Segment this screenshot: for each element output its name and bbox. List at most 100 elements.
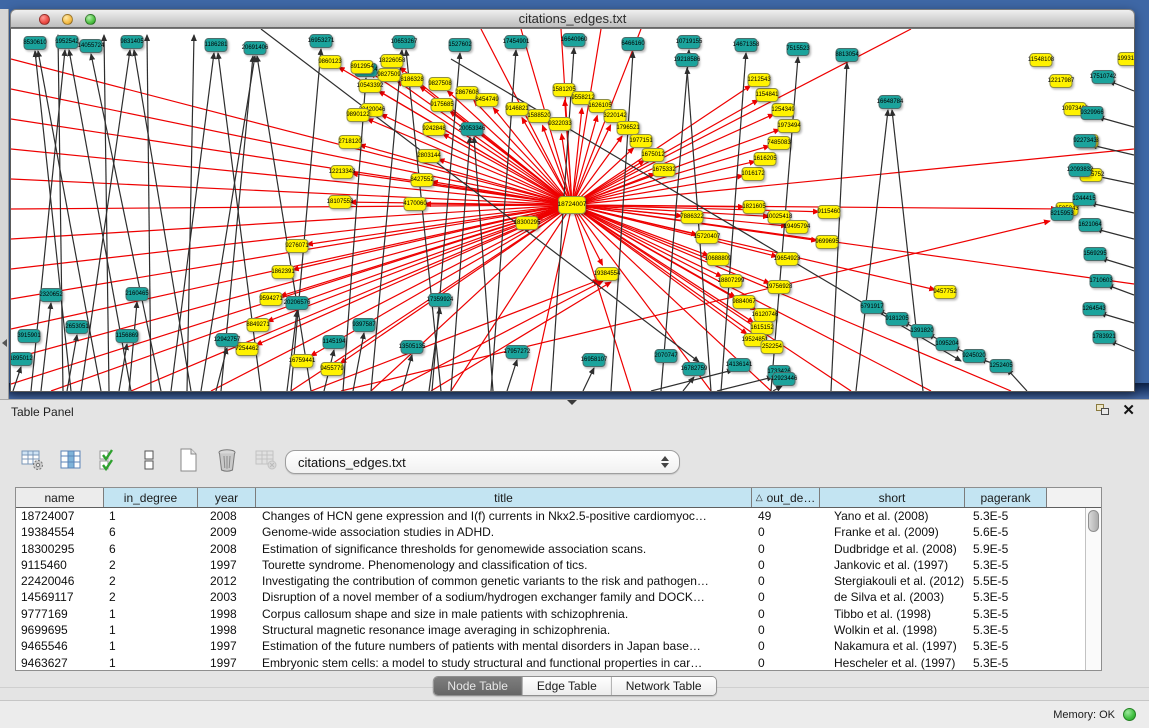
cell-in_degree[interactable]: 1 [104,655,198,670]
cell-year[interactable]: 2003 [198,589,256,605]
cell-out_de[interactable]: 0 [752,589,820,605]
graph-node[interactable]: 1977151 [630,134,653,148]
table-row[interactable]: 1456911722003Disruption of a novel membe… [16,589,1085,605]
cell-pagerank[interactable]: 5.9E-5 [965,541,1047,557]
graph-node[interactable]: 10688809 [707,252,730,266]
graph-node[interactable]: 9146821 [506,102,529,116]
cell-out_de[interactable]: 0 [752,655,820,670]
cell-in_degree[interactable]: 1 [104,638,198,654]
graph-node[interactable]: 1973494 [778,119,801,133]
cell-out_de[interactable]: 0 [752,541,820,557]
cell-year[interactable]: 2008 [198,508,256,524]
graph-node[interactable]: 20053346 [461,122,484,136]
table-row[interactable]: 1872400712008Changes of HCN gene express… [16,508,1085,524]
table-row[interactable]: 911546021997Tourette syndrome. Phenomeno… [16,557,1085,573]
column-header-out_de[interactable]: △out_de… [752,488,820,507]
cell-short[interactable]: Stergiakouli et al. (2012) [820,573,965,589]
graph-node[interactable]: 8427552 [411,173,434,187]
graph-node[interactable]: 1675012 [642,148,665,162]
network-window[interactable]: citations_edges.txt 18724007183002951938… [10,9,1135,392]
cell-name[interactable]: 9465546 [16,638,104,654]
graph-node[interactable]: 9276071 [286,239,309,253]
graph-node[interactable]: 2803144 [418,149,441,163]
graph-node[interactable]: 16120746 [754,308,777,322]
graph-node[interactable]: 19654923 [776,252,799,266]
graph-node[interactable]: 9890122 [347,108,370,122]
graph-node[interactable]: 2718120 [339,135,362,149]
graph-node[interactable]: 16648784 [879,95,902,109]
cell-pagerank[interactable]: 5.5E-5 [965,573,1047,589]
cell-out_de[interactable]: 0 [752,622,820,638]
graph-node[interactable]: 6791917 [861,300,884,314]
graph-node[interactable]: 8912954 [351,60,374,74]
collapse-panel-arrow-icon[interactable] [2,339,7,347]
graph-node[interactable]: 1569295 [1084,247,1107,261]
close-panel-icon[interactable]: ✕ [1122,401,1135,419]
column-header-short[interactable]: short [820,488,965,507]
graph-node[interactable]: 7886322 [681,210,704,224]
graph-node[interactable]: 19218586 [676,53,699,67]
cell-title[interactable]: Embryonic stem cells: a model to study s… [256,655,752,670]
graph-node[interactable]: 9227343 [1074,134,1097,148]
graph-node[interactable]: 17454901 [505,35,528,49]
cell-title[interactable]: Structural magnetic resonance image aver… [256,622,752,638]
column-chooser-icon[interactable] [57,446,85,474]
tab-edge-table[interactable]: Edge Table [523,677,612,695]
graph-node[interactable]: 1252405 [990,359,1013,373]
graph-node[interactable]: 1186281 [205,38,228,52]
graph-node[interactable]: 1675332 [653,163,676,177]
cell-year[interactable]: 1998 [198,606,256,622]
graph-node[interactable]: 1264543 [1083,302,1106,316]
graph-node[interactable]: 9457752 [934,285,957,299]
cell-short[interactable]: Franke et al. (2009) [820,524,965,540]
cell-in_degree[interactable]: 1 [104,622,198,638]
network-canvas[interactable]: 1872400718300295193845548530610195254214… [10,28,1135,392]
graph-node[interactable]: 4170060 [404,197,427,211]
graph-node[interactable]: 12093832 [1069,163,1092,177]
cell-year[interactable]: 2012 [198,573,256,589]
table-row[interactable]: 946362711997Embryonic stem cells: a mode… [16,655,1085,670]
graph-node[interactable]: 1821605 [743,200,766,214]
cell-in_degree[interactable]: 1 [104,508,198,524]
cell-name[interactable]: 19384554 [16,524,104,540]
cell-in_degree[interactable]: 2 [104,573,198,589]
cell-short[interactable]: Wolkin et al. (1998) [820,622,965,638]
cell-year[interactable]: 2008 [198,541,256,557]
cell-in_degree[interactable]: 2 [104,589,198,605]
column-header-title[interactable]: title [256,488,752,507]
graph-node[interactable]: 1244415 [1073,192,1096,206]
graph-node[interactable]: 1154841 [756,88,779,102]
graph-node[interactable]: 9884067 [733,295,756,309]
cell-name[interactable]: 14569117 [16,589,104,605]
graph-node[interactable]: 2653051 [66,320,89,334]
cell-name[interactable]: 9115460 [16,557,104,573]
graph-node[interactable]: 1952542 [56,35,79,49]
graph-node[interactable]: 17359924 [429,293,452,307]
cell-year[interactable]: 1997 [198,557,256,573]
graph-node[interactable]: 16640960 [563,33,586,47]
cell-title[interactable]: Changes of HCN gene expression and I(f) … [256,508,752,524]
graph-node[interactable]: 20691406 [244,41,267,55]
graph-node[interactable]: 10719155 [678,35,701,49]
table-row[interactable]: 969969511998Structural magnetic resonanc… [16,622,1085,638]
row-height-icon[interactable] [135,446,163,474]
graph-node[interactable]: 9827509 [378,68,401,82]
graph-node[interactable]: 1862391 [272,265,295,279]
graph-node[interactable]: 1616205 [754,152,777,166]
graph-node[interactable]: 18300295 [516,216,539,230]
cell-title[interactable]: Genome-wide association studies in ADHD. [256,524,752,540]
tab-network-table[interactable]: Network Table [612,677,716,695]
cell-title[interactable]: Tourette syndrome. Phenomenology and cla… [256,557,752,573]
graph-node[interactable]: 2070747 [655,349,678,363]
graph-node[interactable]: 1391820 [911,324,934,338]
graph-node[interactable]: 1993154 [1118,52,1136,66]
cell-in_degree[interactable]: 1 [104,606,198,622]
graph-node[interactable]: 19756928 [768,280,791,294]
cell-pagerank[interactable]: 5.3E-5 [965,589,1047,605]
cell-pagerank[interactable]: 5.3E-5 [965,557,1047,573]
close-window-button[interactable] [39,14,50,25]
table-settings-icon[interactable] [18,446,46,474]
graph-node[interactable]: 16958107 [583,353,606,367]
tab-node-table[interactable]: Node Table [433,677,523,695]
zoom-window-button[interactable] [85,14,96,25]
